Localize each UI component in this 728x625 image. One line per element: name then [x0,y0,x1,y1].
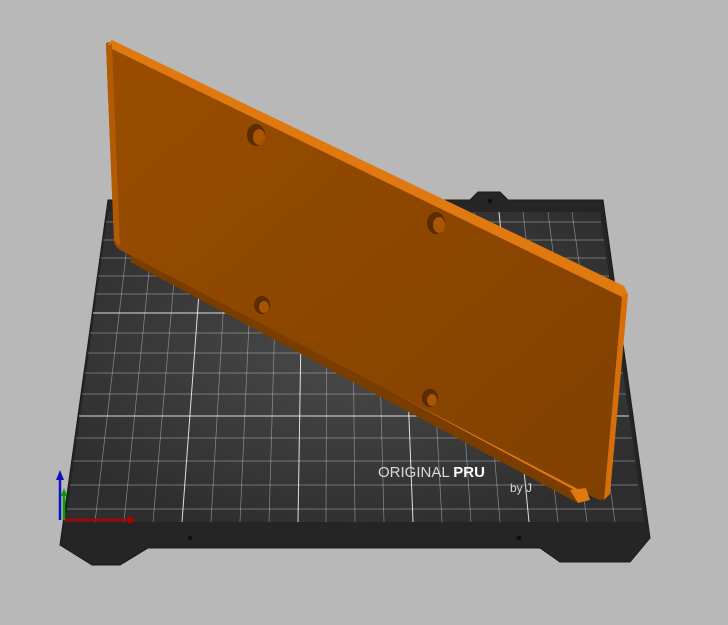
bed-mount-hole [187,535,193,541]
model-hole-inner [253,129,265,145]
bed-brand-line2: by J [510,481,532,495]
bed-brand-line1: ORIGINAL PRU [378,464,485,481]
bed-mount-hole [487,198,493,204]
bed-mount-hole [516,535,522,541]
y-axis-arrow [61,488,67,496]
model-hole-inner [433,217,445,233]
3d-viewport[interactable]: ORIGINAL PRU by J [0,0,728,625]
bed-brand-regular: ORIGINAL [378,464,453,481]
z-axis-arrow [56,470,64,480]
bed-brand-bold: PRU [453,464,485,481]
model-hole-inner [259,301,269,313]
model-hole-inner [427,394,437,406]
scene-canvas[interactable]: ORIGINAL PRU by J [0,0,728,625]
